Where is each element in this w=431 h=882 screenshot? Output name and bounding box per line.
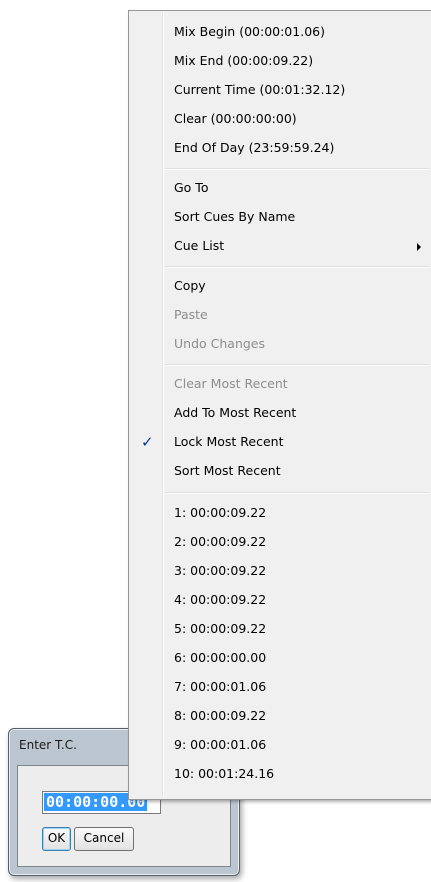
recent-item-9[interactable]: 9: 00:00:01.06 [131,734,429,756]
recent-item-3[interactable]: 3: 00:00:09.22 [131,560,429,582]
menu-item-paste: Paste [131,304,429,326]
recent-item-5[interactable]: 5: 00:00:09.22 [131,618,429,640]
menu-item-lock-most-recent[interactable]: ✓ Lock Most Recent [131,431,429,453]
menu-item-label: Current Time (00:01:32.12) [174,82,346,97]
recent-item-6[interactable]: 6: 00:00:00.00 [131,647,429,669]
menu-item-current-time[interactable]: Current Time (00:01:32.12) [131,79,429,101]
recent-item-1[interactable]: 1: 00:00:09.22 [131,502,429,524]
menu-item-copy[interactable]: Copy [131,275,429,297]
menu-item-clear[interactable]: Clear (00:00:00:00) [131,108,429,130]
menu-item-label: Mix End (00:00:09.22) [174,53,314,68]
menu-item-label: Sort Cues By Name [174,209,296,224]
menu-separator [165,492,429,494]
menu-item-label: 2: 00:00:09.22 [174,534,267,549]
menu-separator [165,168,429,170]
menu-item-label: Add To Most Recent [174,405,297,420]
menu-item-cue-list[interactable]: Cue List [131,235,429,257]
menu-separator [165,364,429,366]
menu-item-sort-most-recent[interactable]: Sort Most Recent [131,460,429,482]
menu-item-label: Clear (00:00:00:00) [174,111,297,126]
menu-item-add-to-most-recent[interactable]: Add To Most Recent [131,402,429,424]
recent-item-2[interactable]: 2: 00:00:09.22 [131,531,429,553]
recent-item-8[interactable]: 8: 00:00:09.22 [131,705,429,727]
menu-item-label: Clear Most Recent [174,376,288,391]
checkmark-icon: ✓ [141,433,154,451]
menu-item-undo-changes: Undo Changes [131,333,429,355]
menu-item-label: Mix Begin (00:00:01.06) [174,24,325,39]
cancel-button[interactable]: Cancel [74,827,134,851]
menu-item-go-to[interactable]: Go To [131,177,429,199]
menu-item-clear-most-recent: Clear Most Recent [131,373,429,395]
menu-item-label: Lock Most Recent [174,434,284,449]
recent-item-7[interactable]: 7: 00:00:01.06 [131,676,429,698]
menu-item-label: Copy [174,278,206,293]
menu-item-label: 1: 00:00:09.22 [174,505,267,520]
menu-item-label: 4: 00:00:09.22 [174,592,267,607]
menu-item-label: End Of Day (23:59:59.24) [174,140,335,155]
menu-item-label: Paste [174,307,208,322]
menu-item-label: 3: 00:00:09.22 [174,563,267,578]
menu-item-mix-begin[interactable]: Mix Begin (00:00:01.06) [131,21,429,43]
menu-item-label: 10: 00:01:24.16 [174,766,275,781]
menu-item-label: Go To [174,180,209,195]
dialog-title: Enter T.C. [19,738,77,752]
recent-item-10[interactable]: 10: 00:01:24.16 [131,763,429,785]
menu-item-label: 5: 00:00:09.22 [174,621,267,636]
menu-item-mix-end[interactable]: Mix End (00:00:09.22) [131,50,429,72]
submenu-arrow-icon [417,243,421,251]
recent-item-4[interactable]: 4: 00:00:09.22 [131,589,429,611]
menu-item-label: 6: 00:00:00.00 [174,650,267,665]
menu-item-label: Undo Changes [174,336,265,351]
menu-item-end-of-day[interactable]: End Of Day (23:59:59.24) [131,137,429,159]
menu-item-label: 7: 00:00:01.06 [174,679,267,694]
menu-item-label: 9: 00:00:01.06 [174,737,267,752]
menu-item-label: 8: 00:00:09.22 [174,708,267,723]
ok-button[interactable]: OK [42,827,71,851]
menu-item-sort-cues-by-name[interactable]: Sort Cues By Name [131,206,429,228]
menu-separator [165,266,429,268]
menu-item-label: Cue List [174,238,225,253]
menu-item-label: Sort Most Recent [174,463,281,478]
context-menu: Mix Begin (00:00:01.06) Mix End (00:00:0… [128,10,431,800]
